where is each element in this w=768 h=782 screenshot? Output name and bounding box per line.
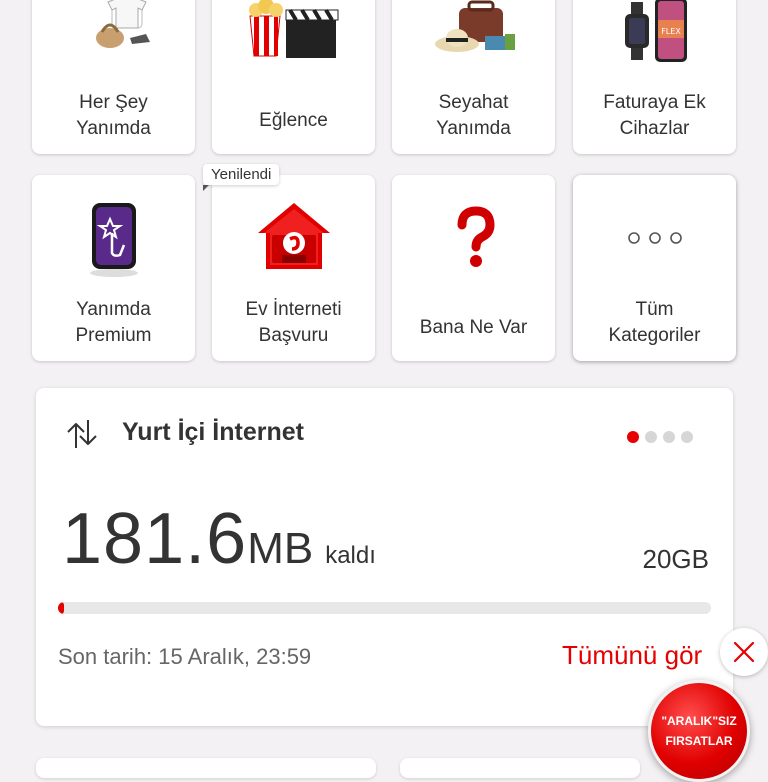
category-label: Yanımda Premium [75, 299, 152, 346]
remaining-data: 181.6 MB kaldı [62, 498, 376, 580]
category-tile-tum-kategoriler[interactable]: Tüm Kategoriler [573, 175, 736, 361]
carousel-dot[interactable] [645, 431, 657, 443]
close-icon [733, 641, 755, 663]
category-label: Bana Ne Var [419, 317, 528, 338]
travel-bag-icon [392, 0, 555, 62]
category-tile-faturaya-ek-cihazlar[interactable]: FLEX Faturaya Ek Cihazlar [573, 0, 736, 154]
remaining-suffix: kaldı [325, 542, 376, 569]
category-label: Seyahat Yanımda [436, 92, 511, 139]
more-dots-icon [573, 231, 736, 245]
category-label: Tüm Kategoriler [608, 299, 701, 346]
category-label: Her Şey Yanımda [76, 92, 151, 139]
card-title: Yurt İçi İnternet [122, 418, 304, 446]
promo-line-1: "ARALIK"SIZ [661, 714, 737, 728]
usage-progress-bar [58, 602, 711, 614]
domestic-internet-usage-card[interactable]: Yurt İçi İnternet 181.6 MB kaldı 20GB So… [36, 388, 733, 726]
carousel-dot[interactable] [681, 431, 693, 443]
category-tile-seyahat-yanimda[interactable]: Seyahat Yanımda [392, 0, 555, 154]
data-transfer-icon [62, 414, 102, 454]
carousel-indicator[interactable] [627, 431, 693, 443]
total-quota: 20GB [642, 544, 710, 574]
category-tile-bana-ne-var[interactable]: Bana Ne Var [392, 175, 555, 361]
remaining-value: 181.6 [62, 499, 248, 579]
home-internet-icon [212, 199, 375, 275]
promo-line-2: FIRSATLAR [665, 734, 733, 748]
category-tile-yanimda-premium[interactable]: Yanımda Premium [32, 175, 195, 361]
carousel-dot[interactable] [663, 431, 675, 443]
devices-icon: FLEX [573, 0, 736, 66]
question-mark-icon [392, 203, 555, 273]
svg-text:FLEX: FLEX [661, 27, 681, 36]
category-tile-ev-interneti-basvuru[interactable]: Ev İnterneti Başvuru [212, 175, 375, 361]
category-label: Faturaya Ek Cihazlar [603, 92, 706, 139]
remaining-unit: MB [247, 524, 314, 573]
category-tile-eglence[interactable]: Eğlence [212, 0, 375, 154]
category-label: Ev İnterneti Başvuru [245, 299, 342, 346]
close-promo-button[interactable] [720, 628, 768, 676]
category-tile-her-sey-yanimda[interactable]: Her Şey Yanımda [32, 0, 195, 154]
carousel-dot[interactable] [627, 431, 639, 443]
popcorn-clapper-icon [212, 0, 375, 64]
december-deals-promo-button[interactable]: "ARALIK"SIZ FIRSATLAR [648, 680, 750, 782]
deadline-text: Son tarih: 15 Aralık, 23:59 [58, 644, 312, 669]
premium-star-icon [32, 199, 195, 279]
next-card-right[interactable] [400, 758, 640, 778]
bag-and-clothes-icon [32, 0, 195, 60]
next-card-left[interactable] [36, 758, 376, 778]
usage-progress-fill [58, 602, 64, 614]
see-all-link[interactable]: Tümünü gör [562, 640, 702, 671]
renewed-badge: Yenilendi [203, 164, 280, 191]
category-label: Eğlence [259, 110, 328, 131]
